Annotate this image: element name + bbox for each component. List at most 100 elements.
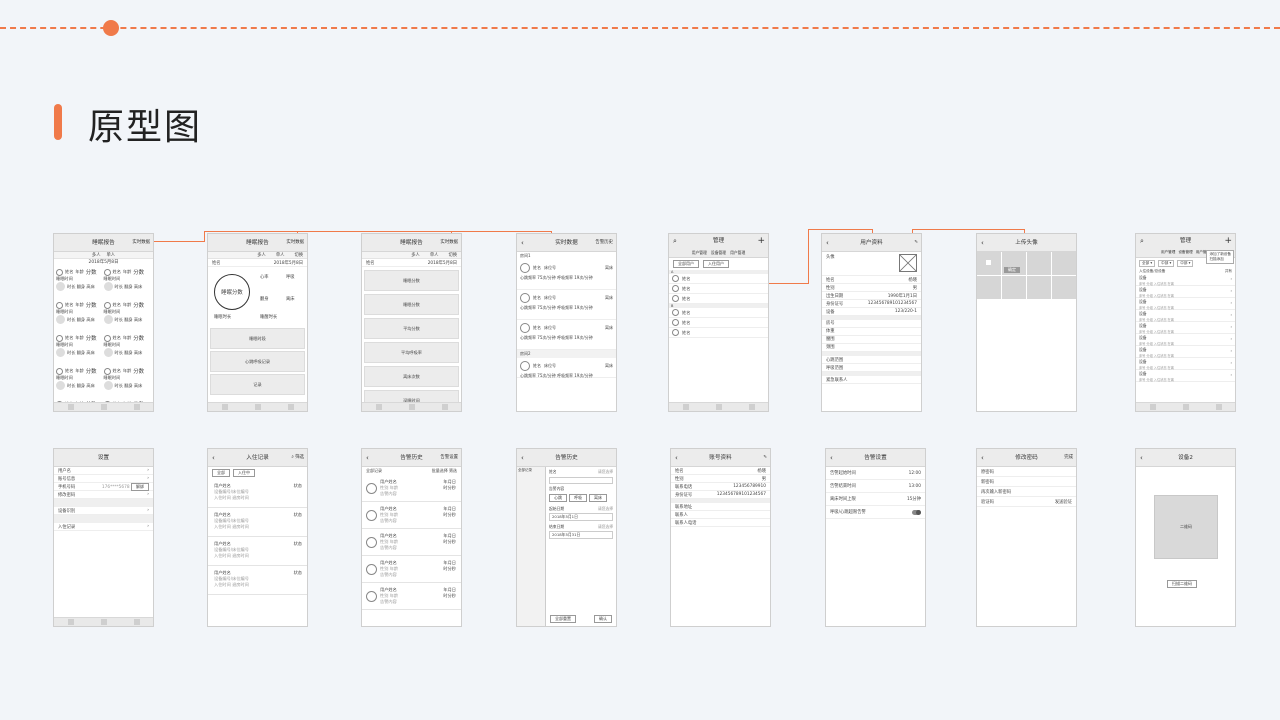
device-row[interactable]: 设备 床号 分组 入住状态 在离 › (1136, 274, 1235, 286)
photo-thumb[interactable] (1002, 276, 1026, 299)
alarm-history-link[interactable]: 告警历史 (595, 234, 613, 252)
back-icon[interactable]: ‹ (981, 234, 984, 252)
person-row[interactable]: 姓名年龄分数睡眠时间时长 翻身 高床姓名年龄分数睡眠时间时长 翻身 高床 (54, 300, 153, 333)
realtime-link[interactable]: 实时数据 (286, 234, 304, 252)
tab-icon[interactable] (287, 404, 294, 410)
change-password-item[interactable]: 修改密码 (58, 492, 75, 498)
stat-block[interactable]: 离床次数 (364, 366, 459, 387)
name-input[interactable] (549, 477, 613, 484)
unbind-button[interactable]: 解绑 (131, 482, 149, 491)
photo-thumb[interactable] (977, 276, 1001, 299)
photo-thumb[interactable] (1027, 252, 1051, 275)
confirm-button[interactable]: 确定 (1004, 267, 1020, 273)
realtime-item[interactable]: 姓名 床位号 离床 心跳频率 75次/分钟 呼吸频率 19次/分钟 (517, 290, 616, 320)
end-time-value[interactable]: 13:00 (909, 484, 921, 489)
alarm-toggle[interactable] (912, 509, 921, 515)
all-records-label[interactable]: 全部记录 (366, 468, 382, 474)
device-row[interactable]: 设备 床号 分组 入住状态 在离 › (1136, 358, 1235, 370)
tab-multi[interactable]: 多人 (411, 252, 420, 258)
alarm-item[interactable]: 用户姓名 性别 年龄 告警内容 年月日 时分秒 (362, 583, 461, 610)
tab-single[interactable]: 单人 (276, 252, 285, 258)
code-field[interactable]: 验证码 (981, 499, 994, 505)
device-id-item[interactable]: 设备识别 (58, 508, 75, 514)
back-icon[interactable]: ‹ (826, 234, 829, 252)
info-row[interactable]: 体重 (822, 328, 921, 336)
checkin-log-item[interactable]: 入住记录 (58, 524, 75, 530)
report-section[interactable]: 睡眠时段 (210, 328, 305, 349)
tab-icon[interactable] (682, 404, 689, 410)
tab-icon[interactable] (1182, 404, 1189, 410)
old-password-field[interactable]: 原密码 (981, 469, 994, 475)
stat-block[interactable]: 睡眠分数 (364, 270, 459, 291)
account-item[interactable]: 账号信息 (58, 476, 75, 482)
record-item[interactable]: 用户姓名 设备编号/床位编号 入住时间 退房时间 状态 (208, 479, 307, 508)
active-filter-button[interactable]: 入住中 (233, 469, 255, 477)
realtime-link[interactable]: 实时数据 (440, 234, 458, 252)
back-icon[interactable]: ‹ (521, 234, 524, 252)
name-option[interactable]: 请您选择 (598, 469, 613, 475)
person-card[interactable]: 姓名年龄分数睡眠时间时长 翻身 高床 (103, 367, 152, 398)
phone-item[interactable]: 手机号码 (58, 484, 75, 490)
back-icon[interactable]: ‹ (830, 449, 833, 467)
person-card[interactable]: 姓名年龄分数睡眠时间时长 翻身 高床 (56, 268, 104, 299)
device-row[interactable]: 设备 床号 分组 入住状态 在离 › (1136, 310, 1235, 322)
edit-icon[interactable]: ✎ (914, 234, 918, 252)
realtime-item[interactable]: 姓名 床位号 离床 心跳频率 75次/分钟 呼吸频率 19次/分钟 (517, 260, 616, 290)
filter-dropdown[interactable]: 中部 ▾ (1158, 260, 1175, 267)
search-icon[interactable]: ⌕ (1140, 234, 1144, 248)
device-row[interactable]: 设备 床号 分组 入住状态 在离 › (1136, 334, 1235, 346)
realtime-link[interactable]: 实时数据 (132, 234, 150, 252)
report-section[interactable]: 记录 (210, 374, 305, 395)
new-password-field[interactable]: 新密码 (981, 479, 994, 485)
tab-icon[interactable] (221, 404, 228, 410)
tab-icon[interactable] (715, 404, 722, 410)
back-icon[interactable]: ‹ (981, 449, 984, 467)
add-icon[interactable]: + (757, 234, 765, 248)
tab-item[interactable]: 用户管理 (1161, 250, 1175, 255)
bed-chip[interactable]: 离床 (589, 494, 607, 502)
filter-link[interactable]: ⌕ 筛选 (291, 449, 304, 467)
back-icon[interactable]: ‹ (212, 449, 215, 467)
tab-multi[interactable]: 多人 (92, 252, 101, 258)
bed-limit-value[interactable]: 15分钟 (907, 496, 921, 502)
photo-thumb[interactable]: 确定 (1002, 252, 1026, 275)
info-row[interactable]: 房号 (822, 320, 921, 328)
contact-phone-item[interactable]: 联系人电话 (675, 520, 696, 526)
record-item[interactable]: 用户姓名 设备编号/床位编号 入住时间 退房时间 状态 (208, 566, 307, 595)
tab-icon[interactable] (1149, 404, 1156, 410)
info-row[interactable]: 颈围 (822, 344, 921, 352)
confirm-button[interactable]: 确认 (594, 615, 612, 623)
photo-thumb[interactable] (1027, 276, 1051, 299)
tab-item[interactable]: 设备管理 (1178, 250, 1192, 255)
tab-icon[interactable] (133, 619, 140, 625)
user-row[interactable]: 姓名 (669, 294, 768, 304)
user-row[interactable]: 姓名 (669, 308, 768, 318)
filter-link[interactable]: 筛选 (449, 468, 457, 473)
start-time-value[interactable]: 12:00 (909, 471, 921, 476)
photo-thumb[interactable] (1052, 276, 1076, 299)
tab-item[interactable]: 用户管理 (692, 250, 707, 255)
end-option[interactable]: 请您选择 (598, 524, 613, 530)
alarm-item[interactable]: 用户姓名 性别 年龄 告警内容 年月日 时分秒 (362, 475, 461, 502)
start-option[interactable]: 请您选择 (598, 506, 613, 512)
checked-in-button[interactable]: 入住用户 (703, 260, 729, 268)
end-date-input[interactable]: 2018年5月31日 (549, 531, 613, 539)
device-row[interactable]: 设备 床号 分组 入住状态 在离 › (1136, 286, 1235, 298)
user-row[interactable]: 姓名 (669, 284, 768, 294)
tab-icon[interactable] (100, 404, 107, 410)
edit-icon[interactable]: ✎ (763, 449, 767, 467)
user-row[interactable]: 姓名 (669, 274, 768, 284)
done-button[interactable]: 完成 (1064, 449, 1073, 467)
stat-block[interactable]: 平均呼吸率 (364, 342, 459, 363)
all-users-button[interactable]: 全部用户 (673, 260, 699, 268)
emergency-contact-label[interactable]: 紧急联系人 (826, 377, 847, 383)
alarm-item[interactable]: 用户姓名 性别 年龄 告警内容 年月日 时分秒 (362, 556, 461, 583)
alarm-item[interactable]: 用户姓名 性别 年龄 告警内容 年月日 时分秒 (362, 529, 461, 556)
user-row[interactable]: 姓名 (669, 318, 768, 328)
username-item[interactable]: 用户名 (58, 468, 71, 474)
tab-icon[interactable] (1215, 404, 1222, 410)
tab-icon[interactable] (408, 404, 415, 410)
popup-item[interactable]: 扫描添加 (1209, 257, 1231, 262)
heart-chip[interactable]: 心跳 (549, 494, 567, 502)
person-card[interactable]: 姓名年龄分数睡眠时间时长 翻身 高床 (56, 367, 104, 398)
